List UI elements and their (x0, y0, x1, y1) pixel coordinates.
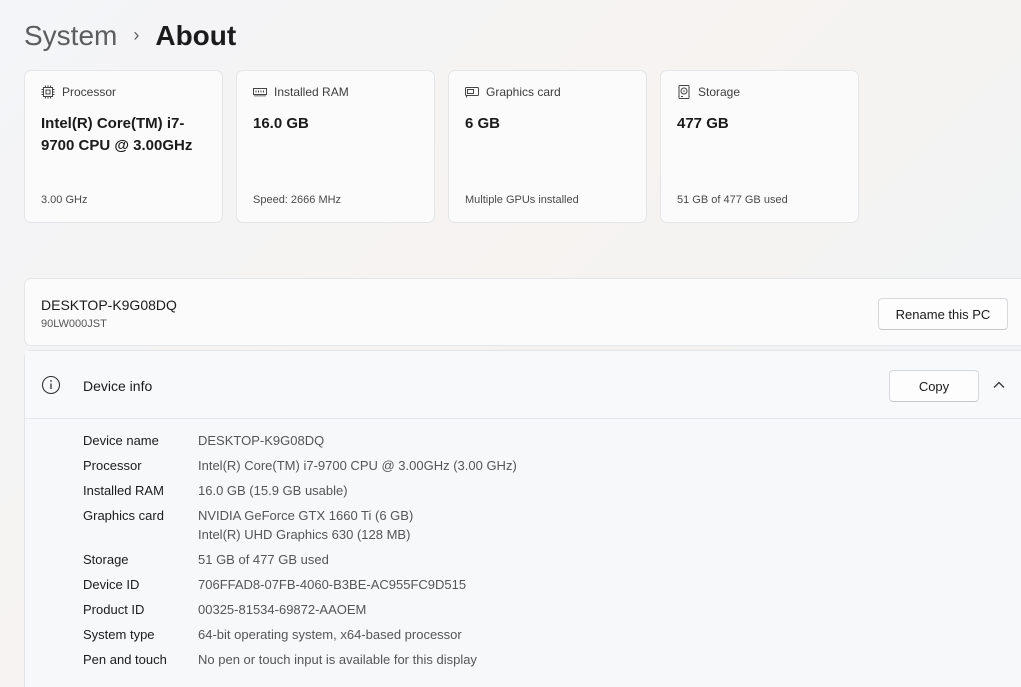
spec-row: Device name DESKTOP-K9G08DQ (83, 431, 517, 450)
page-title: About (155, 20, 237, 51)
card-label: Graphics card (486, 85, 561, 99)
card-label: Storage (698, 85, 741, 99)
card-subtext: Speed: 2666 MHz (253, 194, 342, 206)
spec-value: 51 GB of 477 GB used (198, 552, 329, 567)
spec-row: Graphics card NVIDIA GeForce GTX 1660 Ti… (83, 506, 517, 544)
device-info-title: Device info (83, 378, 153, 394)
pc-model: 90LW000JST (41, 318, 107, 330)
card-subtext: 51 GB of 477 GB used (677, 194, 788, 206)
spec-label: Processor (83, 458, 142, 473)
spec-value: Intel(R) Core(TM) i7-9700 CPU @ 3.00GHz … (198, 458, 517, 473)
spec-label: Graphics card (83, 508, 164, 523)
spec-value-secondary: Intel(R) UHD Graphics 630 (128 MB) (198, 527, 411, 542)
spec-value: 64-bit operating system, x64-based proce… (198, 627, 462, 642)
card-installed-ram: Installed RAM 16.0 GB Speed: 2666 MHz (236, 70, 435, 223)
card-graphics-card: Graphics card 6 GB Multiple GPUs install… (448, 70, 647, 223)
copy-button[interactable]: Copy (889, 370, 979, 402)
spec-row: Storage 51 GB of 477 GB used (83, 550, 517, 569)
pc-name: DESKTOP-K9G08DQ (41, 297, 177, 313)
device-info-section: Device info Copy Device name DESKTOP-K9G… (24, 350, 1021, 687)
processor-icon (41, 85, 55, 99)
spec-row: Product ID 00325-81534-69872-AAOEM (83, 600, 517, 619)
breadcrumb: System › About (24, 16, 236, 56)
spec-label: Installed RAM (83, 483, 164, 498)
chevron-right-icon: › (133, 24, 140, 45)
spec-label: Storage (83, 552, 129, 567)
card-processor: Processor Intel(R) Core(TM) i7-9700 CPU … (24, 70, 223, 223)
spec-row: Device ID 706FFAD8-07FB-4060-B3BE-AC955F… (83, 575, 517, 594)
spec-label: Pen and touch (83, 652, 167, 667)
spec-cards: Processor Intel(R) Core(TM) i7-9700 CPU … (24, 70, 859, 223)
card-subtext: Multiple GPUs installed (465, 194, 579, 206)
card-subtext: 3.00 GHz (41, 194, 88, 206)
device-info-header[interactable]: Device info Copy (25, 351, 1021, 419)
spec-row: System type 64-bit operating system, x64… (83, 625, 517, 644)
spec-value: 00325-81534-69872-AAOEM (198, 602, 367, 617)
card-storage: Storage 477 GB 51 GB of 477 GB used (660, 70, 859, 223)
breadcrumb-system-link[interactable]: System (24, 20, 117, 52)
pc-name-panel: DESKTOP-K9G08DQ 90LW000JST Rename this P… (24, 278, 1021, 346)
card-value: Intel(R) Core(TM) i7-9700 CPU @ 3.00GHz (41, 115, 193, 154)
card-value: 16.0 GB (253, 115, 309, 132)
spec-row: Installed RAM 16.0 GB (15.9 GB usable) (83, 481, 517, 500)
ram-icon (253, 85, 267, 99)
spec-label: Device ID (83, 577, 140, 592)
spec-value: No pen or touch input is available for t… (198, 652, 477, 667)
graphics-card-icon (465, 85, 479, 99)
spec-label: Product ID (83, 602, 145, 617)
storage-icon (677, 85, 691, 99)
card-value: 6 GB (465, 115, 501, 132)
info-icon (41, 375, 61, 395)
card-value: 477 GB (677, 115, 729, 132)
spec-value: 16.0 GB (15.9 GB usable) (198, 483, 348, 498)
card-label: Installed RAM (274, 85, 349, 99)
spec-value: 706FFAD8-07FB-4060-B3BE-AC955FC9D515 (198, 577, 467, 592)
spec-label: System type (83, 627, 155, 642)
spec-value: NVIDIA GeForce GTX 1660 Ti (6 GB) (198, 508, 414, 523)
spec-label: Device name (83, 433, 159, 448)
rename-pc-button[interactable]: Rename this PC (878, 298, 1008, 330)
chevron-up-icon[interactable] (991, 377, 1007, 393)
device-specs-table: Device name DESKTOP-K9G08DQ Processor In… (83, 431, 517, 675)
spec-row: Pen and touch No pen or touch input is a… (83, 650, 517, 669)
spec-value: DESKTOP-K9G08DQ (198, 433, 325, 448)
card-label: Processor (62, 85, 117, 99)
spec-row: Processor Intel(R) Core(TM) i7-9700 CPU … (83, 456, 517, 475)
